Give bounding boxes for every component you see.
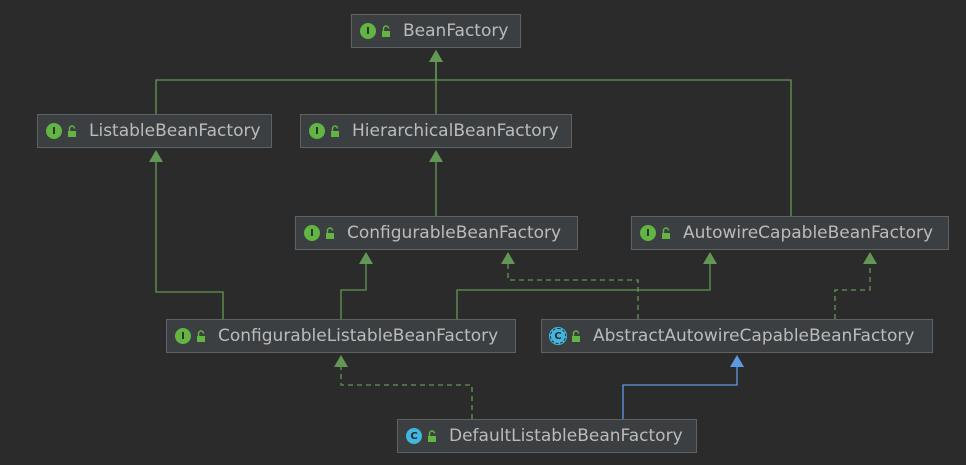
interface-icon: I [175,328,191,344]
public-lock-icon [428,430,436,442]
arrowhead-icon [429,150,443,162]
abstract-class-icon: C [550,328,566,344]
node-bean-factory[interactable]: I BeanFactory [351,14,521,48]
public-lock-icon [68,125,76,137]
node-label: BeanFactory [403,21,509,41]
arrowhead-icon [501,252,515,264]
interface-icon: I [640,225,656,241]
interface-icon: I [360,23,376,39]
node-default-listable-bean-factory[interactable]: C DefaultListableBeanFactory [397,419,697,453]
edge-extends [456,252,717,319]
uml-diagram-canvas: I BeanFactory I ListableBeanFactory I Hierarc… [0,0,966,465]
interface-icon: I [46,123,62,139]
node-label: AutowireCapableBeanFactory [683,223,934,243]
public-lock-icon [326,227,334,239]
edge-extends [340,252,373,319]
class-icon: C [406,428,422,444]
interface-icon: I [304,225,320,241]
node-label: ConfigurableListableBeanFactory [218,326,499,346]
edge-class-extends [622,355,744,419]
public-lock-icon [662,227,670,239]
node-hierarchical-bean-factory[interactable]: I HierarchicalBeanFactory [300,114,572,148]
node-label: DefaultListableBeanFactory [449,426,683,446]
edge-extends [155,50,443,114]
node-label: ListableBeanFactory [89,121,261,141]
edge-extends [429,150,443,216]
arrowhead-icon [334,355,348,367]
node-configurable-bean-factory[interactable]: I ConfigurableBeanFactory [295,216,578,250]
public-lock-icon [382,25,390,37]
node-label: AbstractAutowireCapableBeanFactory [593,326,915,346]
public-lock-icon [197,330,205,342]
edge-implements [501,252,639,319]
arrowhead-icon [359,252,373,264]
arrowhead-icon [863,252,877,264]
node-configurable-listable-bean-factory[interactable]: I ConfigurableListableBeanFactory [166,319,516,353]
edge-extends [149,150,224,319]
arrowhead-icon [149,150,163,162]
public-lock-icon [331,125,339,137]
node-label: ConfigurableBeanFactory [347,223,562,243]
edge-implements [834,252,877,319]
edge-implements [334,355,473,419]
arrowhead-icon [703,252,717,264]
interface-icon: I [309,123,325,139]
public-lock-icon [572,330,580,342]
arrowhead-icon [429,50,443,62]
node-label: HierarchicalBeanFactory [352,121,559,141]
node-abstract-autowire-capable-bean-factory[interactable]: C AbstractAutowireCapableBeanFactory [541,319,933,353]
node-listable-bean-factory[interactable]: I ListableBeanFactory [37,114,272,148]
arrowhead-icon [730,355,744,367]
node-autowire-capable-bean-factory[interactable]: I AutowireCapableBeanFactory [631,216,949,250]
